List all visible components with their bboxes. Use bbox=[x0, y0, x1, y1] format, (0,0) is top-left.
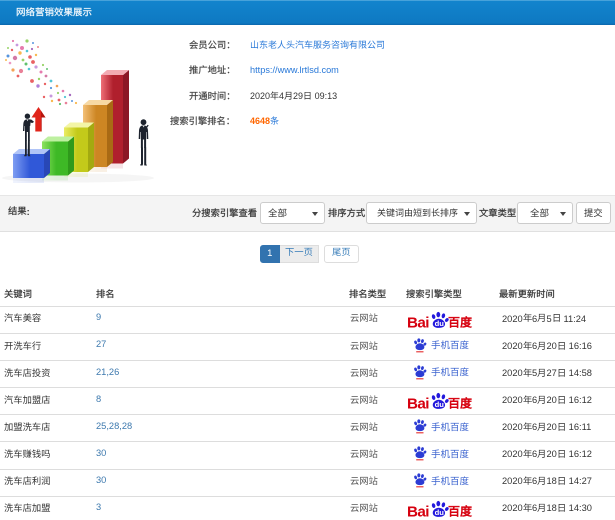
svg-text:du: du bbox=[435, 400, 445, 409]
svg-text:Bai: Bai bbox=[407, 504, 429, 520]
svg-text:Bai: Bai bbox=[407, 395, 429, 412]
svg-text:du: du bbox=[435, 509, 445, 518]
svg-text:du: du bbox=[435, 319, 445, 328]
svg-text:Bai: Bai bbox=[407, 314, 429, 331]
